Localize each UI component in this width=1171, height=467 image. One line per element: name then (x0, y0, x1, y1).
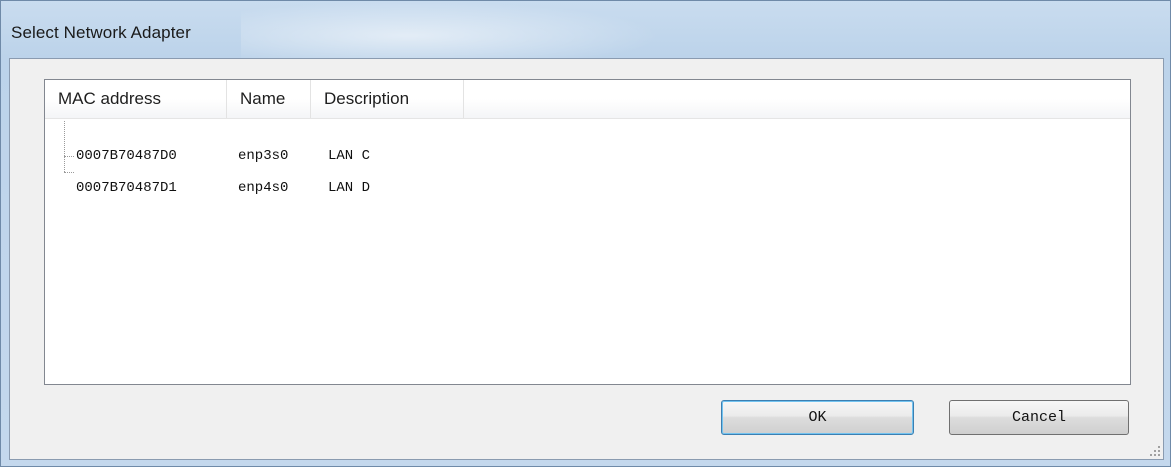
title-bar-glare (241, 1, 661, 59)
list-header: MAC address Name Description (45, 80, 1130, 119)
cell-name: enp4s0 (238, 180, 289, 196)
cell-description: LAN D (328, 180, 371, 196)
size-grip-icon[interactable] (1149, 445, 1161, 457)
tree-branch-line (64, 172, 74, 173)
adapter-list[interactable]: MAC address Name Description 0007B70487D… (44, 79, 1131, 385)
list-item[interactable]: 0007B70487D1 enp4s0 LAN D (45, 172, 1130, 204)
dialog-window: Select Network Adapter MAC address Name … (0, 0, 1171, 467)
cell-name: enp3s0 (238, 148, 289, 164)
column-header-name[interactable]: Name (227, 80, 311, 118)
list-item[interactable]: 0007B70487D0 enp3s0 LAN C (45, 140, 1130, 172)
dialog-title: Select Network Adapter (11, 23, 191, 42)
cell-mac-address: 0007B70487D0 (76, 148, 177, 164)
cell-description: LAN C (328, 148, 371, 164)
cell-mac-address: 0007B70487D1 (76, 180, 177, 196)
column-header-description[interactable]: Description (311, 80, 464, 118)
dialog-client-area: MAC address Name Description 0007B70487D… (9, 58, 1164, 460)
cancel-button[interactable]: Cancel (949, 400, 1129, 435)
ok-button[interactable]: OK (721, 400, 914, 435)
column-header-mac-address[interactable]: MAC address (45, 80, 227, 118)
tree-branch-line (64, 156, 74, 157)
